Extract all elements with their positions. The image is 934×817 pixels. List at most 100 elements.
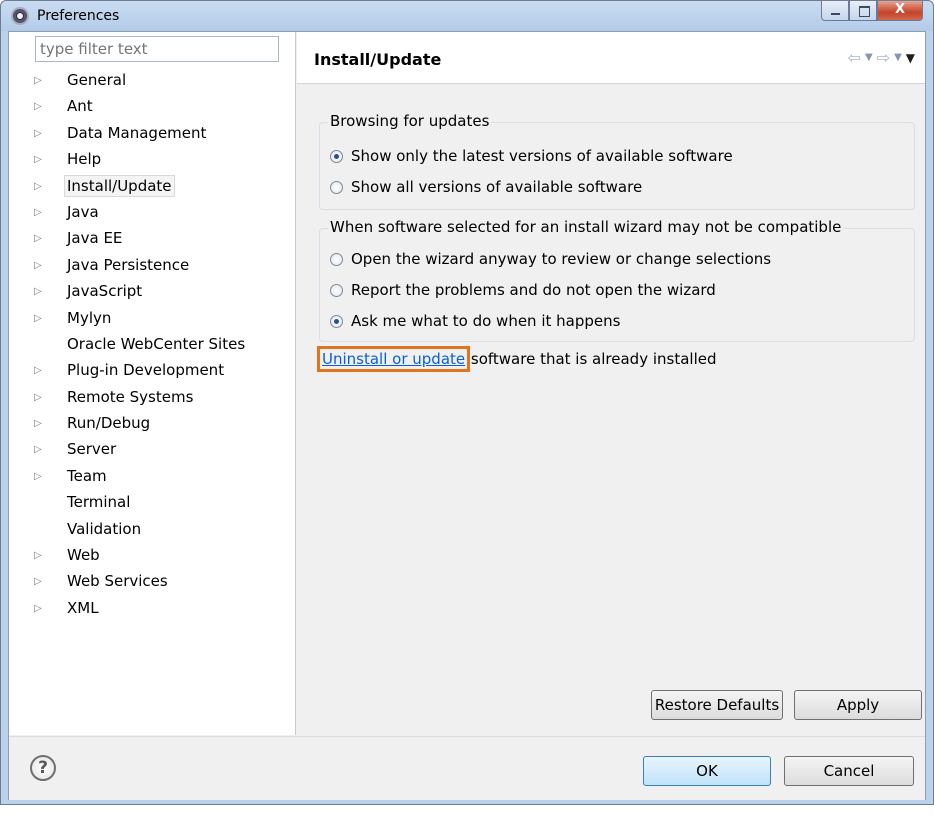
tree-item[interactable]: ▷ Web Services (9, 569, 296, 595)
tree-item[interactable]: ▷ Data Management (9, 121, 296, 147)
tree-item-label: Remote Systems (67, 387, 194, 406)
radio-ask-me[interactable]: Ask me what to do when it happens (330, 312, 620, 330)
tree-item[interactable]: ▷ Install/Update (9, 174, 296, 200)
expand-arrow-icon[interactable]: ▷ (34, 178, 44, 196)
tree-item[interactable]: ▷ Web (9, 543, 296, 569)
tree-item-label: XML (67, 598, 99, 617)
radio-report-problems[interactable]: Report the problems and do not open the … (330, 281, 716, 299)
tree-item-label: Data Management (67, 123, 207, 142)
compatibility-legend: When software selected for an install wi… (328, 218, 844, 236)
title-bar[interactable]: Preferences X (1, 1, 933, 31)
expand-arrow-icon[interactable]: ▷ (34, 389, 44, 407)
tree-item-label: Java (67, 202, 99, 221)
page-header: Install/Update ⇦ ▼ ⇨ ▼ ▼ (297, 32, 925, 84)
maximize-button[interactable] (849, 1, 877, 21)
expand-arrow-icon[interactable]: ▷ (34, 547, 44, 565)
radio-open-indicator[interactable] (330, 252, 343, 266)
tree-item[interactable]: Validation (9, 517, 296, 543)
tree-item[interactable]: ▷ XML (9, 596, 296, 622)
preference-tree-pane: ▷ General ▷ Ant ▷ Data Management ▷ Help ▷ Instal… (9, 32, 296, 735)
expand-arrow-icon[interactable]: ▷ (34, 441, 44, 459)
back-arrow-icon[interactable]: ⇦ (848, 48, 861, 67)
radio-ask-label: Ask me what to do when it happens (351, 312, 621, 330)
tree-item[interactable]: Oracle WebCenter Sites (9, 332, 296, 358)
radio-report-indicator[interactable] (330, 283, 343, 297)
radio-latest-versions[interactable]: Show only the latest versions of availab… (330, 147, 733, 165)
page-navigation: ⇦ ▼ ⇨ ▼ ▼ (848, 48, 915, 67)
radio-all-indicator[interactable] (330, 180, 343, 194)
tree-item-label: JavaScript (67, 282, 143, 301)
expand-arrow-icon[interactable]: ▷ (34, 125, 44, 143)
tree-item-label: Ant (67, 97, 93, 116)
dialog-client: ▷ General ▷ Ant ▷ Data Management ▷ Help ▷ Instal… (8, 31, 926, 800)
radio-all-versions[interactable]: Show all versions of available software (330, 178, 642, 196)
minimize-button[interactable] (821, 1, 849, 21)
apply-button[interactable]: Apply (794, 690, 922, 720)
expand-arrow-icon[interactable]: ▷ (34, 204, 44, 222)
expand-arrow-icon[interactable]: ▷ (34, 362, 44, 380)
expand-arrow-icon[interactable]: ▷ (34, 257, 44, 275)
browsing-legend: Browsing for updates (328, 112, 492, 130)
tree-item-label: Server (67, 440, 117, 459)
tree-item[interactable]: ▷ JavaScript (9, 279, 296, 305)
expand-arrow-icon[interactable]: ▷ (34, 600, 44, 618)
radio-open-label: Open the wizard anyway to review or chan… (351, 250, 772, 268)
back-dropdown-icon[interactable]: ▼ (865, 52, 873, 63)
uninstall-link-row: Uninstall or update software that is alr… (316, 346, 717, 372)
tree-item[interactable]: ▷ Mylyn (9, 306, 296, 332)
close-button[interactable]: X (877, 1, 923, 21)
preferences-window: Preferences X ▷ General ▷ Ant ▷ Data Manageme… (0, 0, 934, 805)
tree-item[interactable]: Terminal (9, 490, 296, 516)
radio-latest-indicator[interactable] (330, 149, 343, 163)
radio-all-label: Show all versions of available software (351, 178, 643, 196)
tree-item[interactable]: ▷ Java EE (9, 226, 296, 252)
tree-item-label: General (67, 71, 127, 89)
tree-item-label: Team (67, 466, 107, 485)
expand-arrow-icon[interactable]: ▷ (34, 283, 44, 301)
expand-arrow-icon[interactable]: ▷ (34, 468, 44, 486)
cancel-button[interactable]: Cancel (784, 756, 914, 786)
expand-arrow-icon[interactable]: ▷ (34, 415, 44, 433)
tree-item-label: Web Services (67, 572, 168, 591)
help-icon[interactable]: ? (30, 755, 56, 781)
tree-item[interactable]: ▷ Server (9, 437, 296, 463)
tree-item-label: Help (67, 150, 102, 169)
radio-report-label: Report the problems and do not open the … (351, 281, 716, 299)
uninstall-or-update-link[interactable]: Uninstall or update (316, 346, 471, 372)
expand-arrow-icon[interactable]: ▷ (34, 310, 44, 328)
forward-dropdown-icon[interactable]: ▼ (894, 52, 902, 63)
tree-item[interactable]: ▷ Ant (9, 94, 296, 120)
tree-item[interactable]: ▷ Java (9, 200, 296, 226)
tree-item[interactable]: ▷ Plug-in Development (9, 358, 296, 384)
tree-item-label: Mylyn (67, 308, 112, 327)
compatibility-group: When software selected for an install wi… (319, 218, 915, 342)
tree-item-label: Validation (67, 519, 142, 538)
tree-item-label: Oracle WebCenter Sites (67, 334, 246, 353)
expand-arrow-icon[interactable]: ▷ (34, 151, 44, 169)
dialog-button-bar: ? OK Cancel (9, 736, 925, 800)
tree-item[interactable]: ▷ Java Persistence (9, 253, 296, 279)
expand-arrow-icon[interactable]: ▷ (34, 98, 44, 116)
tree-item-label: Java EE (67, 229, 123, 248)
eclipse-icon (11, 7, 29, 25)
forward-arrow-icon[interactable]: ⇨ (877, 48, 890, 67)
ok-button[interactable]: OK (643, 756, 771, 786)
view-menu-icon[interactable]: ▼ (906, 51, 915, 65)
expand-arrow-icon[interactable]: ▷ (34, 573, 44, 591)
tree-item[interactable]: ▷ Help (9, 147, 296, 173)
radio-latest-label: Show only the latest versions of availab… (351, 147, 733, 165)
expand-arrow-icon[interactable]: ▷ (34, 72, 44, 90)
filter-input[interactable] (35, 36, 279, 62)
tree-item[interactable]: ▷ Team (9, 464, 296, 490)
tree-item-label: Java Persistence (67, 255, 190, 274)
preference-tree: ▷ General ▷ Ant ▷ Data Management ▷ Help ▷ Instal… (9, 68, 296, 622)
tree-item[interactable]: ▷ Run/Debug (9, 411, 296, 437)
radio-ask-indicator[interactable] (330, 314, 343, 328)
restore-defaults-button[interactable]: Restore Defaults (651, 690, 783, 720)
tree-item[interactable]: ▷ General (9, 68, 296, 94)
uninstall-link-suffix: software that is already installed (466, 350, 717, 368)
expand-arrow-icon[interactable]: ▷ (34, 230, 44, 248)
tree-item-label: Web (67, 546, 100, 565)
radio-open-wizard[interactable]: Open the wizard anyway to review or chan… (330, 250, 771, 268)
tree-item[interactable]: ▷ Remote Systems (9, 385, 296, 411)
